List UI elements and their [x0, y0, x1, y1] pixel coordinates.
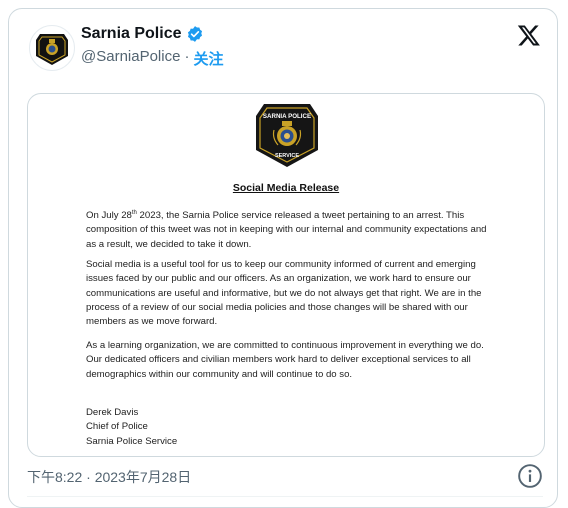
p1-prefix: On July 28	[86, 210, 132, 222]
signature-name: Derek Davis	[86, 407, 139, 418]
badge-top-text: SARNIA POLICE	[263, 113, 311, 120]
police-badge-icon: SARNIA POLICE SERVICE	[256, 104, 318, 167]
separator-dot: ·	[184, 48, 190, 65]
signature-title: Chief of Police	[86, 421, 148, 433]
badge-bottom-text: SERVICE	[275, 153, 299, 159]
tweet-timestamp[interactable]: 下午8:22 · 2023年7月28日	[27, 467, 191, 487]
police-badge-logo: SARNIA POLICE SERVICE	[252, 100, 322, 170]
release-paragraph-3: As a learning organization, we are commi…	[86, 340, 484, 380]
release-title: Social Media Release	[232, 182, 340, 194]
p1-suffix: 2023, the Sarnia Police service released…	[86, 210, 487, 250]
info-icon[interactable]	[517, 463, 543, 489]
name-row: Sarnia Police	[81, 25, 204, 43]
handle-row: @SarniaPolice · 关注	[81, 48, 223, 69]
verified-badge-icon	[187, 26, 202, 42]
avatar-badge-icon	[36, 34, 68, 65]
follow-button[interactable]: 关注	[193, 48, 223, 69]
tweet-card: Sarnia Police @SarniaPolice · 关注 SARNIA …	[8, 8, 558, 508]
release-paragraph-1: On July 28th 2023, the Sarnia Police ser…	[86, 206, 496, 252]
release-image[interactable]: SARNIA POLICE SERVICE Social Media Relea…	[27, 93, 545, 457]
handle[interactable]: @SarniaPolice	[81, 48, 180, 69]
signature-block: Derek Davis Chief of Police Sarnia Polic…	[86, 406, 177, 449]
release-paragraph-2: Social media is a useful tool for us to …	[86, 259, 482, 328]
tweet-header: Sarnia Police @SarniaPolice · 关注	[9, 9, 557, 89]
signature-org: Sarnia Police Service	[86, 435, 178, 447]
x-logo-icon[interactable]	[517, 23, 541, 47]
avatar[interactable]	[29, 25, 75, 71]
divider	[27, 496, 543, 497]
display-name[interactable]: Sarnia Police	[81, 25, 182, 43]
